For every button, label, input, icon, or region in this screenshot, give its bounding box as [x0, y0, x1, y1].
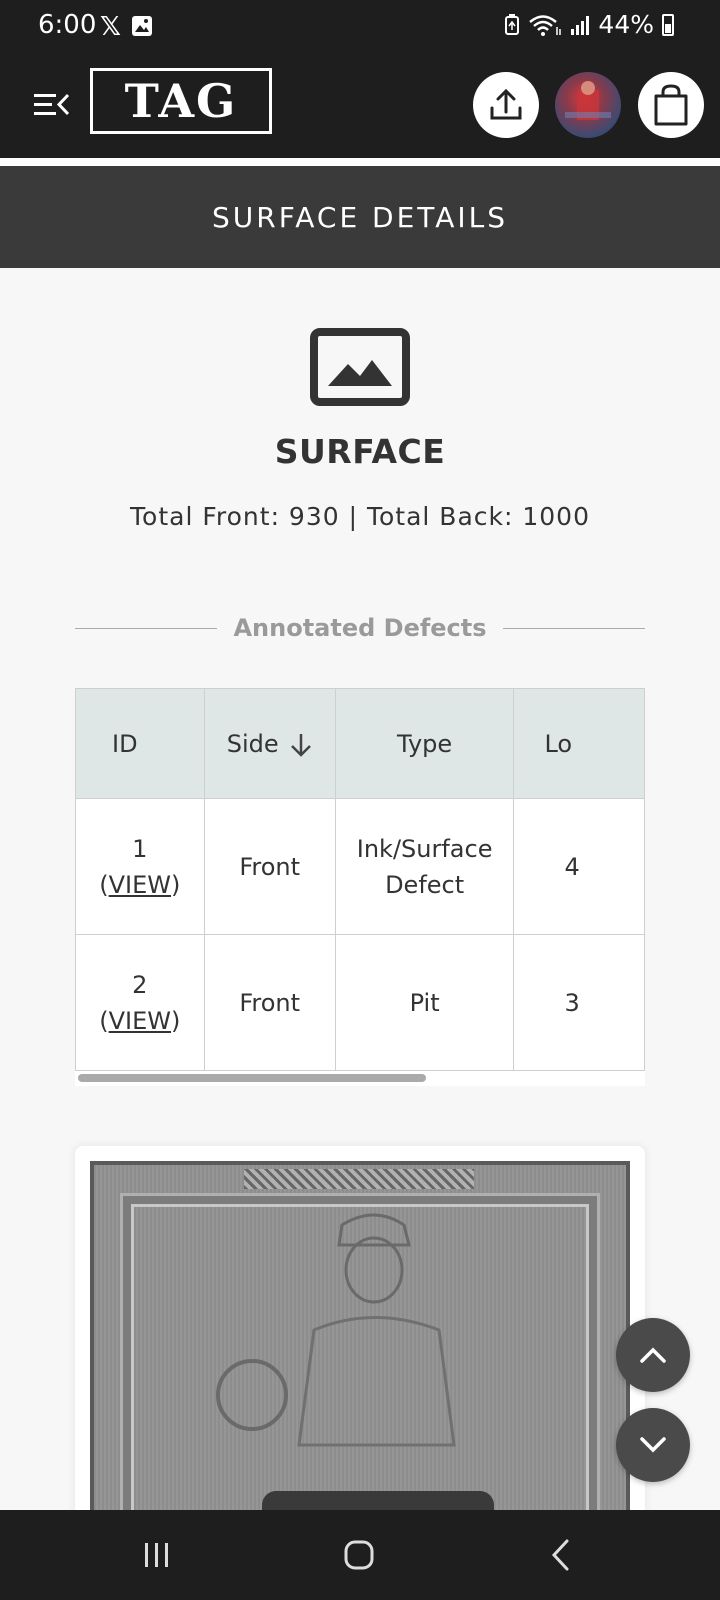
- defects-table-container[interactable]: ID Side Type Lo 1 (VIEW) Front Ink/Surfa…: [75, 688, 645, 1086]
- view-link-wrap: (VIEW): [99, 1006, 181, 1035]
- divider-line: [502, 627, 645, 629]
- back-icon: [551, 1539, 569, 1571]
- upload-button[interactable]: [473, 72, 539, 138]
- system-nav-bar: [0, 1510, 720, 1600]
- defects-table: ID Side Type Lo 1 (VIEW) Front Ink/Surfa…: [75, 688, 645, 1071]
- view-link-wrap: (VIEW): [99, 870, 181, 899]
- table-header-row: ID Side Type Lo: [75, 688, 645, 799]
- cell-type: Ink/Surface Defect: [334, 798, 515, 935]
- table-scrollbar[interactable]: [78, 1074, 426, 1082]
- avatar-image: [565, 81, 611, 120]
- view-link[interactable]: VIEW: [109, 1007, 171, 1035]
- section-title: SURFACE DETAILS: [0, 166, 720, 268]
- home-button[interactable]: [329, 1530, 389, 1580]
- upload-icon: [490, 88, 522, 120]
- status-right: 44%: [504, 10, 674, 39]
- arrow-down-icon: [290, 733, 311, 757]
- chevron-down-icon: [640, 1437, 666, 1453]
- surface-heading: SURFACE: [274, 432, 446, 471]
- annotated-defects-label: Annotated Defects: [233, 614, 487, 642]
- recents-button[interactable]: [127, 1530, 187, 1580]
- chevron-up-icon: [640, 1347, 666, 1363]
- column-header-type[interactable]: Type: [334, 688, 515, 799]
- header-divider: [0, 158, 720, 166]
- image-placeholder-icon: [310, 328, 410, 406]
- battery-saver-icon: [505, 13, 520, 35]
- scroll-up-button[interactable]: [616, 1318, 690, 1392]
- annotated-defects-divider: Annotated Defects: [75, 608, 645, 648]
- row-id: 2: [132, 970, 148, 999]
- tag-logo[interactable]: TAG: [90, 68, 272, 134]
- signal-icon: [571, 15, 590, 35]
- app-header: TAG: [0, 52, 720, 158]
- scroll-down-button[interactable]: [616, 1408, 690, 1482]
- column-header-location[interactable]: Lo: [513, 688, 645, 799]
- battery-icon: [662, 13, 674, 36]
- column-header-id[interactable]: ID: [75, 688, 205, 799]
- type-line: Ink/Surface: [356, 834, 493, 863]
- status-time: 6:00: [38, 10, 97, 40]
- column-header-side[interactable]: Side: [203, 688, 336, 799]
- cell-location: 3: [513, 934, 645, 1071]
- row-id: 1: [132, 834, 148, 863]
- back-button[interactable]: [531, 1530, 591, 1580]
- battery-percent: 44%: [598, 10, 654, 39]
- image-icon: [132, 16, 152, 36]
- table-row: 1 (VIEW) Front Ink/Surface Defect 4: [75, 798, 645, 935]
- divider-line: [75, 627, 218, 629]
- column-header-side-label: Side: [226, 729, 279, 758]
- shopping-bag-icon: [654, 84, 688, 126]
- cell-id: 2 (VIEW): [75, 934, 205, 1071]
- type-line: Defect: [385, 870, 465, 899]
- wifi-icon: [529, 14, 562, 36]
- cell-type: Pit: [334, 934, 515, 1071]
- x-logo-icon: 𝕏: [100, 12, 121, 42]
- table-row: 2 (VIEW) Front Pit 3: [75, 934, 645, 1071]
- surface-totals: Total Front: 930 | Total Back: 1000: [130, 502, 590, 531]
- cell-id: 1 (VIEW): [75, 798, 205, 935]
- cell-side: Front: [203, 798, 336, 935]
- cart-button[interactable]: [638, 72, 704, 138]
- home-icon: [344, 1540, 374, 1570]
- recents-icon: [145, 1543, 168, 1567]
- cell-side: Front: [203, 934, 336, 1071]
- avatar[interactable]: [555, 72, 621, 138]
- menu-collapse-icon[interactable]: [34, 90, 70, 120]
- cell-location: 4: [513, 798, 645, 935]
- type-line: Pit: [409, 988, 440, 1017]
- view-link[interactable]: VIEW: [109, 871, 171, 899]
- status-bar: 6:00 𝕏 44%: [0, 0, 720, 52]
